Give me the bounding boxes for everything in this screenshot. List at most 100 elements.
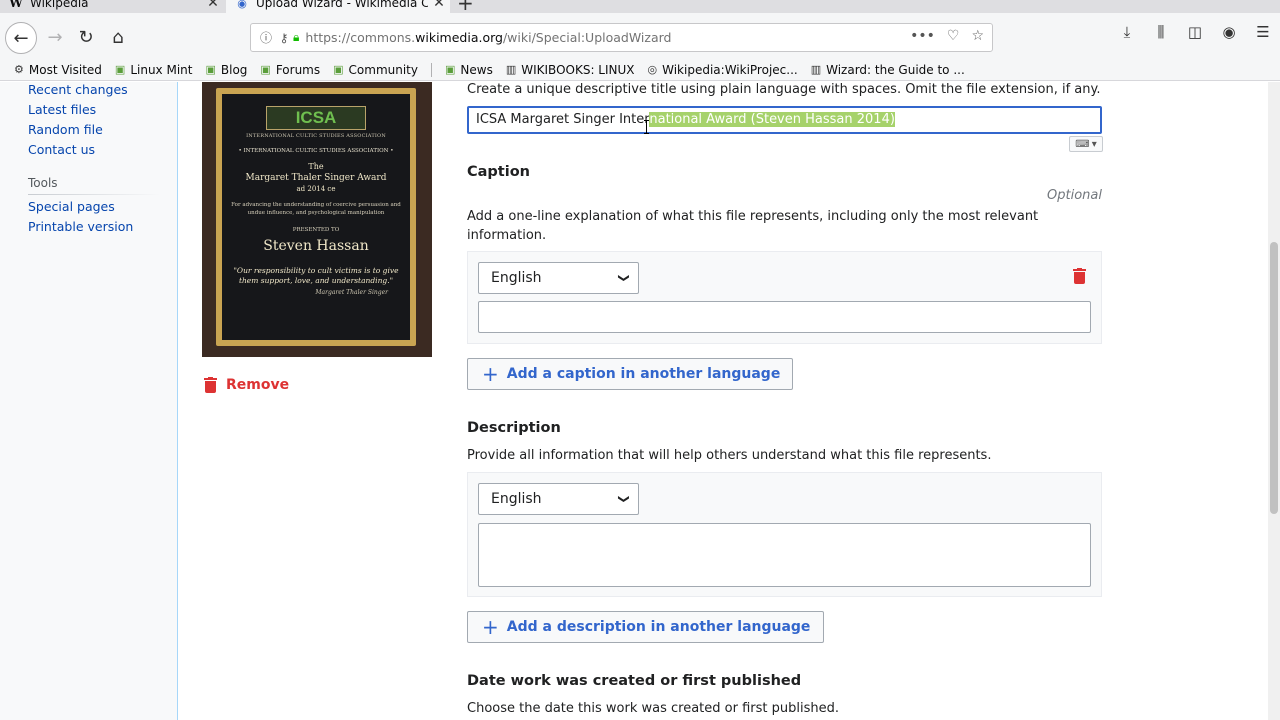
sidebar-link-recent-changes[interactable]: Recent changes [28, 82, 168, 102]
caption-help-text: Add a one-line explanation of what this … [467, 209, 1039, 243]
close-tab-icon[interactable]: ✕ [428, 0, 450, 11]
address-bar[interactable]: ⓘ ⚷ 🔒︎ https://commons. wikimedia.org/wik… [250, 23, 993, 52]
plaque-for: For advancing the understanding of coerc… [231, 202, 401, 216]
reload-icon: ↻ [78, 26, 94, 48]
bookmark-separator [430, 62, 432, 77]
library-icon[interactable]: ⫼ [1152, 23, 1170, 41]
keyboard-icon: ⌨ [1075, 138, 1090, 150]
bookmark-star-icon[interactable]: ☆ [971, 28, 984, 44]
bookmark-community[interactable]: ▣ Community [333, 63, 418, 77]
bookmark-label: News [460, 62, 493, 77]
navigation-toolbar: ← → ↻ ⌂ ⓘ ⚷ 🔒︎ https://commons. wikimedia… [0, 13, 1280, 59]
plaque-name: Steven Hassan [263, 238, 369, 254]
add-caption-language-button[interactable]: + Add a caption in another language [467, 358, 793, 390]
sidebar-link-special-pages[interactable]: Special pages [28, 199, 168, 219]
url-path: /wiki/Special:UploadWizard [502, 30, 672, 45]
plaque-logo-subtitle: INTERNATIONAL CULTIC STUDIES ASSOCIATION [246, 133, 386, 139]
bookmark-forums[interactable]: ▣ Forums [260, 63, 320, 77]
scrollbar-thumb[interactable] [1270, 242, 1278, 514]
plaque-the: The [308, 162, 324, 171]
chevron-down-icon: ❯ [617, 273, 631, 283]
folder-icon: ▣ [114, 63, 126, 76]
title-value-unselected: ICSA Margaret Singer Inter [476, 112, 650, 127]
reload-button[interactable]: ↻ [72, 23, 100, 51]
wikibooks-icon: ▥ [505, 63, 517, 76]
caption-language-value: English [491, 270, 542, 286]
back-button[interactable]: ← [5, 22, 37, 54]
remove-label: Remove [226, 377, 290, 393]
info-icon[interactable]: ⓘ [257, 29, 275, 46]
bookmark-label: Wizard: the Guide to ... [826, 62, 965, 77]
bookmark-label: Forums [275, 62, 321, 77]
description-language-value: English [491, 491, 542, 507]
sidebar-toggle-icon[interactable]: ◫ [1186, 23, 1204, 41]
caption-heading: Caption [467, 164, 530, 180]
bookmark-wikibooks-linux[interactable]: ▥ WIKIBOOKS: LINUX [506, 63, 635, 77]
date-heading: Date work was created or first published [467, 673, 802, 689]
forward-button[interactable]: → [41, 23, 69, 51]
tab-strip: W Wikipedia ✕ ◉ Upload Wizard - Wikimedi… [0, 0, 1280, 13]
trash-icon [204, 377, 217, 393]
title-input[interactable]: ICSA Margaret Singer International Award… [467, 106, 1102, 134]
globe-icon: ◎ [647, 63, 658, 76]
caption-language-box: English ❯ [467, 251, 1102, 344]
plaque-signature: Margaret Thaler Singer [315, 289, 388, 296]
lock-icon: 🔒︎ [293, 30, 300, 44]
bookmark-linux-mint[interactable]: ▣ Linux Mint [115, 63, 193, 77]
page-viewport: Recent changes Latest files Random file … [0, 82, 1268, 720]
chevron-down-icon: ❯ [617, 494, 631, 504]
caption-language-select[interactable]: English ❯ [478, 262, 639, 294]
plaque-org: • INTERNATIONAL CULTIC STUDIES ASSOCIATI… [238, 148, 394, 154]
bookmark-label: Most Visited [28, 62, 102, 77]
sidebar-link-latest-files[interactable]: Latest files [28, 102, 168, 122]
url-domain: wikimedia.org [415, 30, 503, 45]
arrow-left-icon: ← [13, 27, 29, 49]
remove-file-button[interactable]: Remove [204, 377, 289, 393]
page-scrollbar[interactable] [1268, 82, 1280, 720]
delete-caption-button[interactable] [1073, 268, 1086, 287]
pocket-icon[interactable]: ♡ [947, 28, 960, 44]
url-prefix: https://commons. [305, 30, 416, 45]
account-icon[interactable]: ◉ [1220, 23, 1238, 41]
bookmark-label: Wikipedia:WikiProjec... [662, 62, 798, 77]
tab-upload-wizard[interactable]: ◉ Upload Wizard - Wikimedia Co ✕ [226, 0, 450, 13]
sidebar: Recent changes Latest files Random file … [28, 82, 168, 239]
tab-label: Wikipedia [30, 0, 89, 10]
title-value-selected: national Award (Steven Hassan 2014) [649, 112, 895, 127]
text-cursor-icon [644, 120, 650, 134]
description-language-box: English ❯ [467, 472, 1102, 597]
sidebar-link-printable-version[interactable]: Printable version [28, 219, 168, 239]
page-actions-icon[interactable]: ••• [910, 28, 935, 44]
folder-icon: ▣ [444, 63, 456, 76]
bookmark-most-visited[interactable]: ⚙ Most Visited [14, 63, 102, 77]
folder-icon: ▣ [260, 63, 271, 76]
new-tab-icon[interactable]: + [457, 0, 474, 13]
tab-wikipedia[interactable]: W Wikipedia ✕ [0, 0, 224, 13]
folder-icon: ▣ [205, 63, 216, 76]
award-plaque-image: ICSA INTERNATIONAL CULTIC STUDIES ASSOCI… [216, 88, 416, 346]
add-description-language-button[interactable]: + Add a description in another language [467, 611, 824, 643]
key-icon[interactable]: ⚷ [275, 31, 293, 45]
description-language-select[interactable]: English ❯ [478, 483, 639, 515]
sidebar-link-contact-us[interactable]: Contact us [28, 142, 168, 162]
description-help-text: Provide all information that will help o… [467, 448, 992, 463]
tab-label: Upload Wizard - Wikimedia Co [256, 0, 428, 10]
bookmark-blog[interactable]: ▣ Blog [205, 63, 247, 77]
downloads-icon[interactable]: ⤓ [1118, 23, 1136, 41]
plaque-award: Margaret Thaler Singer Award [245, 173, 387, 183]
caption-input[interactable] [478, 301, 1091, 333]
caret-down-icon: ▾ [1091, 138, 1097, 150]
bookmark-label: WIKIBOOKS: LINUX [521, 62, 635, 77]
description-textarea[interactable] [478, 523, 1091, 587]
sidebar-link-random-file[interactable]: Random file [28, 122, 168, 142]
menu-icon[interactable]: ☰ [1254, 23, 1272, 41]
plaque-presented: PRESENTED TO [292, 227, 340, 233]
bookmark-news[interactable]: ▣ News [445, 63, 493, 77]
home-button[interactable]: ⌂ [104, 23, 132, 51]
input-method-button[interactable]: ⌨ ▾ [1069, 136, 1103, 152]
bookmark-wikipedia-wikiproject[interactable]: ◎ Wikipedia:WikiProjec... [648, 63, 798, 77]
add-caption-label: Add a caption in another language [506, 366, 781, 382]
date-help-text: Choose the date this work was created or… [467, 701, 839, 716]
bookmark-wizard-guide[interactable]: ▥ Wizard: the Guide to ... [811, 63, 965, 77]
close-tab-icon[interactable]: ✕ [202, 0, 224, 11]
